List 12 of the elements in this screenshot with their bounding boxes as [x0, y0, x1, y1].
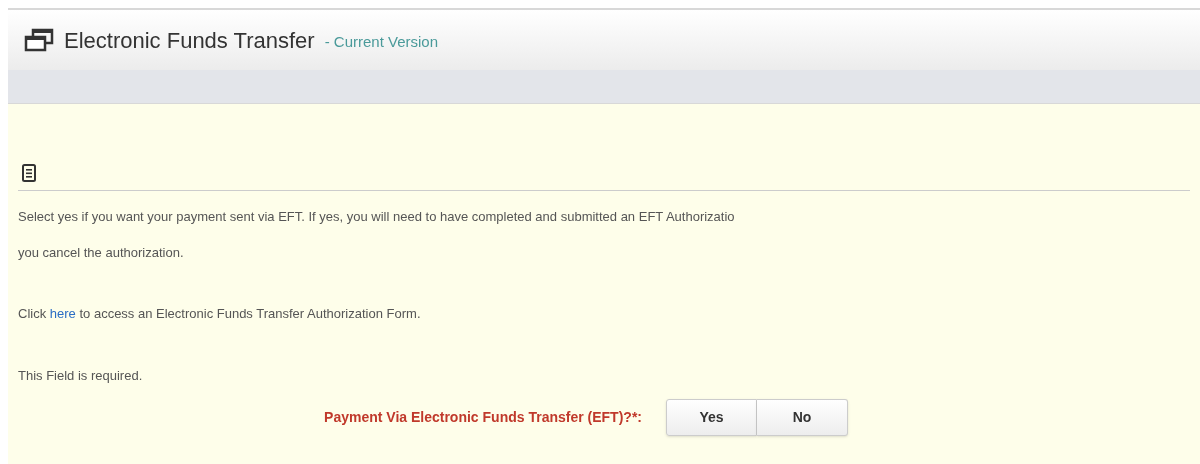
page-title: Electronic Funds Transfer	[64, 26, 315, 55]
instruction-text: Select yes if you want your payment sent via EFT. If yes, you will need to have completed and submitted an EFT Authorizatio	[18, 208, 736, 226]
windows-icon	[24, 28, 54, 52]
instruction-text: you cancel the authorization.	[18, 243, 185, 262]
option-button[interactable]: Yes	[666, 399, 757, 436]
form-link[interactable]: here	[49, 306, 76, 321]
page-subtitle: - Current Version	[324, 31, 439, 52]
option-button[interactable]: No	[757, 399, 848, 436]
required-note: This Field is required.	[18, 366, 144, 385]
question-label: Payment Via Electronic Funds Transfer (EFT)?*:	[323, 408, 643, 427]
document-icon	[22, 164, 36, 182]
instruction-text: Click here to access an Electronic Funds Transfer Authorization Form.	[18, 305, 422, 323]
